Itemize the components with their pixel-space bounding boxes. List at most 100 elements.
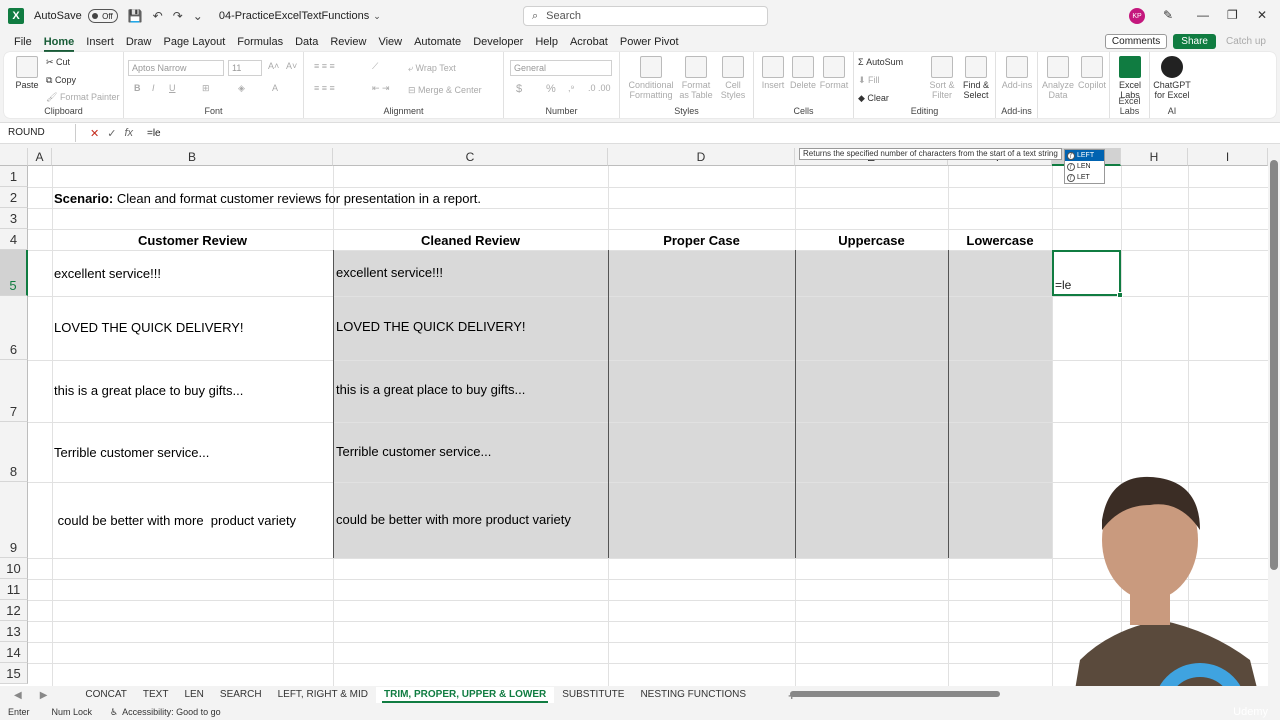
sheet-tab-len[interactable]: LEN [176, 687, 211, 703]
column-header-h[interactable]: H [1121, 148, 1188, 166]
autosave-toggle[interactable]: Off [87, 9, 118, 23]
autocomplete-item-left[interactable]: ƒ LEFT [1065, 150, 1104, 161]
tab-view[interactable]: View [372, 32, 408, 52]
formula-input[interactable]: =le [147, 128, 161, 139]
customer-review-cell[interactable]: Terrible customer service... [54, 445, 209, 460]
name-box[interactable]: ROUND [4, 124, 76, 142]
header-uppercase[interactable]: Uppercase [795, 233, 948, 248]
autocomplete-item-len[interactable]: ƒ LEN [1065, 161, 1104, 172]
indent-icon[interactable]: ⇤ ⇥ [372, 83, 390, 94]
customize-toolbar-icon[interactable]: ⌄ [193, 9, 203, 23]
prev-sheet-icon[interactable]: ◀ [14, 690, 22, 701]
row-header-6[interactable]: 6 [0, 296, 28, 360]
row-header-3[interactable]: 3 [0, 208, 28, 229]
row-header-8[interactable]: 8 [0, 422, 28, 482]
row-header-12[interactable]: 12 [0, 600, 28, 621]
row-header-14[interactable]: 14 [0, 642, 28, 663]
row-header-2[interactable]: 2 [0, 187, 28, 208]
sheet-tab-trim-proper-upper-lower[interactable]: TRIM, PROPER, UPPER & LOWER [375, 687, 555, 703]
cleaned-review-cell[interactable]: this is a great place to buy gifts... [336, 382, 525, 397]
wrap-text-button[interactable]: ⤶ Wrap Text [408, 63, 456, 74]
comments-button[interactable]: Comments [1104, 34, 1168, 49]
column-header-i[interactable]: I [1188, 148, 1268, 166]
tab-help[interactable]: Help [529, 32, 564, 52]
sheet-tab-substitute[interactable]: SUBSTITUTE [554, 687, 632, 703]
cut-button[interactable]: ✂ Cut [46, 57, 70, 68]
row-header-10[interactable]: 10 [0, 558, 28, 579]
cleaned-review-cell[interactable]: could be better with more product variet… [336, 512, 571, 527]
share-button[interactable]: Share [1173, 34, 1216, 49]
font-name-select[interactable]: Aptos Narrow [128, 60, 224, 76]
tab-draw[interactable]: Draw [120, 32, 158, 52]
row-header-9[interactable]: 9 [0, 482, 28, 558]
scenario-text[interactable]: Scenario: Clean and format customer revi… [54, 191, 481, 206]
restore-icon[interactable]: ❐ [1227, 8, 1238, 22]
insert-function-icon[interactable]: fx [124, 127, 133, 140]
catch-up-button[interactable]: Catch up [1222, 34, 1270, 49]
header-lowercase[interactable]: Lowercase [948, 233, 1052, 248]
chatgpt-button[interactable]: ChatGPT for Excel [1152, 56, 1192, 100]
excel-labs-button[interactable]: Excel Labs [1112, 56, 1148, 100]
tab-automate[interactable]: Automate [408, 32, 467, 52]
status-accessibility[interactable]: Accessibility: Good to go [122, 707, 221, 717]
row-header-5[interactable]: 5 [0, 250, 28, 296]
search-box[interactable]: ⌕ Search [523, 6, 768, 26]
format-cells-button[interactable]: Format [818, 56, 850, 90]
fill-button[interactable]: ⬇ Fill [858, 75, 880, 86]
orientation-icon[interactable]: ⟋ [372, 61, 378, 72]
save-icon[interactable]: 💾 [128, 9, 143, 23]
file-name[interactable]: 04-PracticeExcelTextFunctions [219, 10, 369, 22]
undo-icon[interactable]: ↶ [153, 9, 163, 23]
close-icon[interactable]: ✕ [1257, 8, 1267, 22]
decrease-font-icon[interactable]: A˅ [286, 61, 297, 71]
tab-page-layout[interactable]: Page Layout [157, 32, 231, 52]
sheet-tab-nesting-functions[interactable]: NESTING FUNCTIONS [632, 687, 754, 703]
column-header-c[interactable]: C [333, 148, 608, 166]
autosum-button[interactable]: Σ AutoSum [858, 57, 903, 67]
format-painter-button[interactable]: 🖌 Format Painter [46, 92, 119, 103]
cancel-icon[interactable]: ✕ [90, 127, 99, 140]
sheet-tab-left-right-mid[interactable]: LEFT, RIGHT & MID [270, 687, 376, 703]
customer-review-cell[interactable]: could be better with more product variet… [54, 513, 296, 528]
tab-insert[interactable]: Insert [80, 32, 120, 52]
fill-handle[interactable] [1117, 292, 1123, 298]
tab-power-pivot[interactable]: Power Pivot [614, 32, 685, 52]
clear-button[interactable]: ◆ Clear [858, 93, 889, 104]
currency-icon[interactable]: $ [516, 83, 522, 95]
vertical-scroll-thumb[interactable] [1270, 160, 1278, 570]
tab-home[interactable]: Home [38, 32, 81, 52]
chevron-down-icon[interactable]: ⌄ [373, 11, 381, 22]
paste-button[interactable]: Paste [12, 56, 42, 90]
row-header-11[interactable]: 11 [0, 579, 28, 600]
font-size-select[interactable]: 11 [228, 60, 262, 76]
conditional-formatting-button[interactable]: Conditional Formatting [626, 56, 676, 100]
autocomplete-item-let[interactable]: ƒ LET [1065, 172, 1104, 183]
row-header-1[interactable]: 1 [0, 166, 28, 187]
tab-acrobat[interactable]: Acrobat [564, 32, 614, 52]
minimize-icon[interactable]: — [1197, 8, 1209, 22]
tab-developer[interactable]: Developer [467, 32, 529, 52]
tab-review[interactable]: Review [324, 32, 372, 52]
borders-icon[interactable]: ⊞ [202, 83, 210, 94]
pen-icon[interactable]: ✎ [1163, 8, 1173, 22]
fill-color-icon[interactable]: ◈ [238, 83, 245, 94]
enter-icon[interactable]: ✓ [107, 127, 116, 140]
sheet-tab-search[interactable]: SEARCH [212, 687, 270, 703]
cleaned-review-cell[interactable]: excellent service!!! [336, 265, 443, 280]
format-as-table-button[interactable]: Format as Table [676, 56, 716, 100]
redo-icon[interactable]: ↷ [173, 9, 183, 23]
italic-icon[interactable]: I [152, 83, 155, 93]
tab-data[interactable]: Data [289, 32, 324, 52]
cell-styles-button[interactable]: Cell Styles [716, 56, 750, 100]
increase-font-icon[interactable]: A˄ [268, 61, 279, 71]
tab-formulas[interactable]: Formulas [231, 32, 289, 52]
addins-button[interactable]: Add-ins [1000, 56, 1034, 90]
customer-review-cell[interactable]: LOVED THE QUICK DELIVERY! [54, 320, 244, 335]
find-select-button[interactable]: Find & Select [958, 56, 994, 100]
bold-icon[interactable]: B [134, 83, 141, 93]
accessibility-icon[interactable]: ♿ [110, 707, 118, 718]
tab-file[interactable]: File [8, 32, 38, 52]
merge-center-button[interactable]: ⊟ Merge & Center [408, 85, 482, 96]
sort-filter-button[interactable]: Sort & Filter [926, 56, 958, 100]
comma-icon[interactable]: ,⁹ [568, 83, 574, 93]
